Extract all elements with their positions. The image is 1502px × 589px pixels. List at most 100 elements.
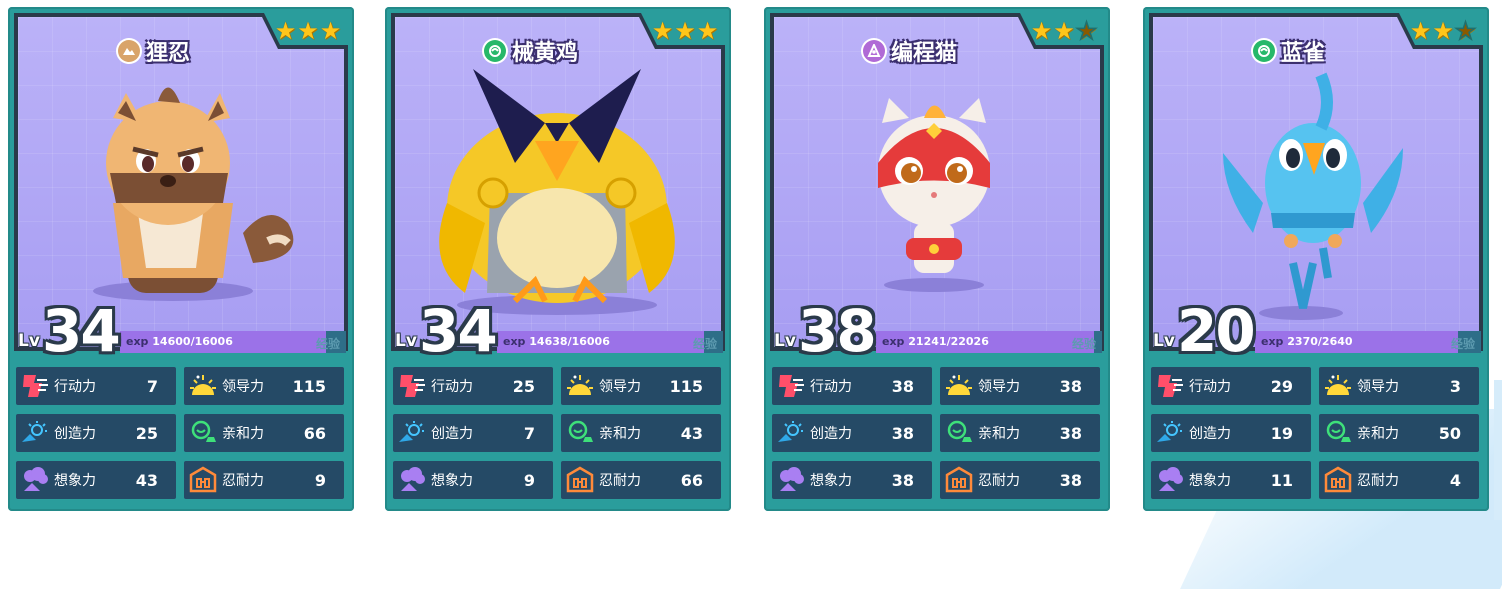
stat-1: 领导力 3 xyxy=(1319,367,1479,405)
stat-2: 创造力 38 xyxy=(772,414,932,452)
pet-name-row: 械黄鸡 xyxy=(391,35,671,67)
stat-value: 115 xyxy=(292,376,326,396)
stat-label: 亲和力 xyxy=(599,426,641,442)
pet-card[interactable]: 狸忍 ★ ★ ★ exp 14600/16006 经验 Lv 34 行动力 7 领导… xyxy=(8,7,354,511)
pet-name-row: 狸忍 xyxy=(14,35,294,67)
stat-label: 行动力 xyxy=(431,379,473,395)
stat-label: 忍耐力 xyxy=(222,473,264,489)
level-number: 20 xyxy=(1177,297,1256,365)
stat-4: 想象力 9 xyxy=(393,461,553,499)
exp-bar: exp 14638/16006 经验 xyxy=(497,331,723,353)
pet-name: 蓝雀 xyxy=(1280,41,1325,66)
affinity-icon xyxy=(1323,418,1353,448)
level-bar: exp 21241/22026 经验 Lv 38 xyxy=(770,297,1104,365)
stat-0: 行动力 7 xyxy=(16,367,176,405)
pet-name: 编程猫 xyxy=(890,41,957,66)
stat-label: 领导力 xyxy=(1357,379,1399,395)
stat-label: 忍耐力 xyxy=(599,473,641,489)
exp-text: exp 21241/22026 xyxy=(882,335,989,348)
stat-0: 行动力 25 xyxy=(393,367,553,405)
pet-card[interactable]: 蓝雀 ★ ★ ★ exp 2370/2640 经验 Lv 20 行动力 29 领导力… xyxy=(1143,7,1489,511)
stat-label: 想象力 xyxy=(1189,473,1231,489)
stat-4: 想象力 43 xyxy=(16,461,176,499)
stat-label: 想象力 xyxy=(431,473,473,489)
exp-bar: exp 14600/16006 经验 xyxy=(120,331,346,353)
creativity-icon xyxy=(20,418,50,448)
endurance-icon xyxy=(188,465,218,495)
exp-bar: exp 21241/22026 经验 xyxy=(876,331,1102,353)
exp-label: 经验 xyxy=(1071,337,1096,351)
star-filled-icon: ★ xyxy=(297,17,319,45)
stat-label: 创造力 xyxy=(431,426,473,442)
wind-icon xyxy=(1252,40,1275,62)
star-empty-icon: ★ xyxy=(1454,17,1477,45)
stat-value: 3 xyxy=(1449,376,1461,396)
star-filled-icon: ★ xyxy=(674,17,696,45)
stat-value: 25 xyxy=(512,376,535,396)
stat-value: 38 xyxy=(891,423,914,443)
stats-grid: 行动力 38 领导力 38 创造力 38 亲和力 38 想象力 38 忍耐力 3… xyxy=(772,367,1102,505)
stat-1: 领导力 38 xyxy=(940,367,1100,405)
level-bar: exp 14638/16006 经验 Lv 34 xyxy=(391,297,725,365)
stat-value: 43 xyxy=(680,423,703,443)
creature-illustration xyxy=(395,63,725,323)
stat-label: 行动力 xyxy=(810,379,852,395)
earth-icon xyxy=(117,40,140,62)
leadership-icon xyxy=(188,371,218,401)
wind-icon xyxy=(483,40,506,62)
stats-grid: 行动力 29 领导力 3 创造力 19 亲和力 50 想象力 11 忍耐力 4 xyxy=(1151,367,1481,505)
stat-value: 38 xyxy=(1059,470,1082,490)
stat-1: 领导力 115 xyxy=(561,367,721,405)
stat-3: 亲和力 66 xyxy=(184,414,344,452)
star-filled-icon: ★ xyxy=(651,17,674,45)
stat-value: 38 xyxy=(891,470,914,490)
star-filled-icon: ★ xyxy=(1409,17,1432,45)
stat-value: 50 xyxy=(1438,423,1461,443)
stat-label: 亲和力 xyxy=(1357,426,1399,442)
stat-5: 忍耐力 38 xyxy=(940,461,1100,499)
stat-value: 7 xyxy=(146,376,158,396)
creativity-icon xyxy=(1155,418,1185,448)
stat-label: 领导力 xyxy=(222,379,264,395)
stat-5: 忍耐力 9 xyxy=(184,461,344,499)
level-bar: exp 14600/16006 经验 Lv 34 xyxy=(14,297,348,365)
imagination-icon xyxy=(776,465,806,495)
stats-grid: 行动力 25 领导力 115 创造力 7 亲和力 43 想象力 9 忍耐力 66 xyxy=(393,367,723,505)
endurance-icon xyxy=(944,465,974,495)
stat-2: 创造力 19 xyxy=(1151,414,1311,452)
level-number: 38 xyxy=(798,297,877,365)
stat-4: 想象力 38 xyxy=(772,461,932,499)
star-filled-icon: ★ xyxy=(1030,17,1053,45)
imagination-icon xyxy=(397,465,427,495)
star-filled-icon: ★ xyxy=(319,17,342,45)
stat-label: 忍耐力 xyxy=(1357,473,1399,489)
stat-label: 想象力 xyxy=(54,473,96,489)
stat-value: 43 xyxy=(135,470,158,490)
exp-label: 经验 xyxy=(692,337,717,351)
star-filled-icon: ★ xyxy=(1053,17,1075,45)
pet-card[interactable]: 编程猫 ★ ★ ★ exp 21241/22026 经验 Lv 38 行动力 38 … xyxy=(764,7,1110,511)
stat-value: 38 xyxy=(1059,376,1082,396)
action-icon xyxy=(20,371,50,401)
stat-label: 亲和力 xyxy=(222,426,264,442)
level-number: 34 xyxy=(419,297,498,365)
stat-value: 9 xyxy=(523,470,535,490)
action-icon xyxy=(397,371,427,401)
stat-label: 亲和力 xyxy=(978,426,1020,442)
stat-value: 38 xyxy=(1059,423,1082,443)
endurance-icon xyxy=(565,465,595,495)
pet-card[interactable]: 械黄鸡 ★ ★ ★ exp 14638/16006 经验 Lv 34 行动力 25 … xyxy=(385,7,731,511)
star-rating: ★ ★ ★ xyxy=(268,17,348,45)
affinity-icon xyxy=(944,418,974,448)
exp-label: 经验 xyxy=(315,337,340,351)
stat-0: 行动力 29 xyxy=(1151,367,1311,405)
stat-value: 9 xyxy=(314,470,326,490)
stat-0: 行动力 38 xyxy=(772,367,932,405)
imagination-icon xyxy=(20,465,50,495)
star-empty-icon: ★ xyxy=(1075,17,1098,45)
level-number: 34 xyxy=(42,297,121,365)
star-rating: ★ ★ ★ xyxy=(1024,17,1104,45)
stat-value: 25 xyxy=(135,423,158,443)
stat-3: 亲和力 38 xyxy=(940,414,1100,452)
background-decoration-strip xyxy=(1494,380,1502,520)
